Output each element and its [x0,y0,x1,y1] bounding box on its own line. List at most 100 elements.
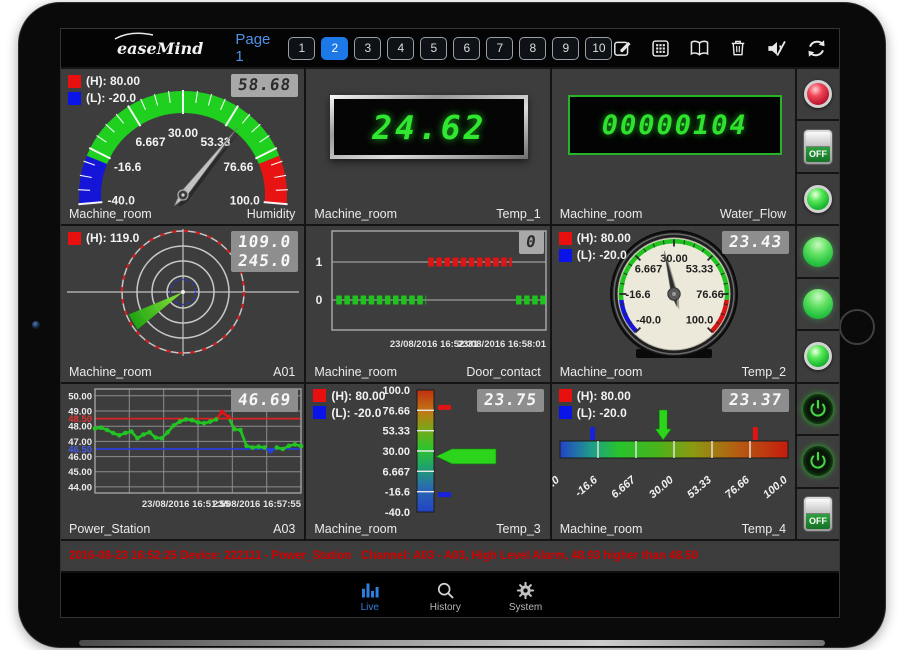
alarm-bar: 2016-08-23 16:52:25 Device: 222111 - Pow… [61,541,839,573]
svg-text:-16.6: -16.6 [114,160,142,174]
panel-temp2[interactable]: (H): 80.00 (L): -20.0 23.43 -40.0-16.66.… [552,226,797,383]
toolbar-actions [612,37,828,60]
page-button-8[interactable]: 8 [519,37,546,60]
page-button-1[interactable]: 1 [288,37,315,60]
lcd-digits: 24.62 [372,108,486,147]
low-limit-label: (L): -20.0 [331,406,381,420]
svg-text:30.00: 30.00 [647,473,676,500]
device-label: Machine_room [314,365,397,379]
page-button-4[interactable]: 4 [387,37,414,60]
home-button[interactable] [839,309,875,345]
low-limit-chip [313,406,326,419]
device-label: Power_Station [69,522,150,536]
book-icon[interactable] [688,37,711,60]
svg-text:50.00: 50.00 [68,391,92,402]
nav-live[interactable]: Live [358,580,382,613]
tablet-edge [79,640,825,646]
legend: (H): 80.00 (L): -20.0 [313,389,385,423]
svg-text:30.00: 30.00 [660,253,688,265]
panel-temp4[interactable]: (H): 80.00 (L): -20.0 23.37 -40.0-16.66.… [552,384,797,541]
svg-text:76.66: 76.66 [723,473,752,500]
low-limit-chip [68,92,81,105]
page-button-2[interactable]: 2 [321,37,348,60]
green-led [803,289,833,319]
front-camera-icon [32,321,40,329]
refresh-icon[interactable] [805,37,828,60]
dashboard-grid: (H): 80.00 (L): -20.0 58.68 -40.0-16.66.… [61,69,839,541]
nav-system[interactable]: System [509,580,542,613]
high-limit-chip [559,232,572,245]
svg-text:53.33: 53.33 [685,264,713,276]
svg-text:6.667: 6.667 [135,135,165,149]
high-limit-label: (H): 80.00 [331,389,385,403]
power-button[interactable] [803,394,833,424]
system-icon [515,580,536,601]
edit-icon[interactable] [612,38,633,59]
indicator-cell-5 [797,279,839,331]
low-limit-chip [559,406,572,419]
panel-temp1[interactable]: 24.62 Machine_room Temp_1 [306,69,551,226]
channel-label: Water_Flow [720,207,786,221]
panel-waterflow[interactable]: 00000104 Machine_room Water_Flow [552,69,797,226]
indicator-cell-6 [797,331,839,383]
high-limit-chip [313,389,326,402]
low-limit-label: (L): -20.0 [577,406,627,420]
high-limit-label: (H): 80.00 [577,231,631,245]
svg-text:76.66: 76.66 [696,289,724,301]
low-limit-label: (L): -20.0 [577,248,627,262]
nav-history[interactable]: History [430,580,461,613]
svg-text:-16.6: -16.6 [625,289,650,301]
page-button-6[interactable]: 6 [453,37,480,60]
channel-label: Temp_4 [742,522,786,536]
indicator-cell-9: OFF [797,489,839,541]
panel-doorcontact[interactable]: 0 1023/08/2016 16:52:3123/08/2016 16:58:… [306,226,551,383]
channel-label: A01 [273,365,295,379]
svg-text:46.00: 46.00 [68,452,92,463]
svg-text:-16.6: -16.6 [573,473,601,499]
panel-a03[interactable]: 46.69 50.0049.0048.5048.0047.0046.5046.0… [61,384,306,541]
value-display: 109.0 245.0 [231,231,298,272]
svg-text:76.66: 76.66 [223,160,253,174]
panel-a01[interactable]: (H): 119.0 109.0 245.0 Machine_room A01 [61,226,306,383]
off-switch[interactable]: OFF [803,129,833,165]
page-button-5[interactable]: 5 [420,37,447,60]
page-button-10[interactable]: 10 [585,37,612,60]
page-button-7[interactable]: 7 [486,37,513,60]
svg-text:6.667: 6.667 [383,466,411,478]
bottom-nav: Live History System [61,573,839,618]
device-label: Machine_room [314,207,397,221]
panel-grid: (H): 80.00 (L): -20.0 58.68 -40.0-16.66.… [61,69,797,541]
grid-icon[interactable] [650,38,671,59]
value-display: 23.43 [722,231,789,254]
device-label: Machine_room [560,522,643,536]
channel-label: Temp_2 [742,365,786,379]
app-screen: easeMind Page 1 123456789 10 (H): 80.00 (… [60,28,840,618]
panel-temp3[interactable]: (H): 80.00 (L): -20.0 23.75 100.076.6653… [306,384,551,541]
off-switch[interactable]: OFF [803,496,833,532]
page-button-9[interactable]: 9 [552,37,579,60]
trash-icon[interactable] [728,38,748,58]
mute-icon[interactable] [765,37,788,60]
page-label: Page 1 [235,31,270,65]
green-status-lamp [804,342,832,370]
indicator-cell-2: OFF [797,121,839,173]
power-button[interactable] [803,446,833,476]
svg-text:-40.0: -40.0 [108,193,136,206]
app-logo: easeMind [117,39,203,58]
indicator-cell-7 [797,384,839,436]
legend: (H): 80.00 (L): -20.0 [559,389,631,423]
page-button-3[interactable]: 3 [354,37,381,60]
svg-text:30.00: 30.00 [383,446,411,458]
svg-text:53.33: 53.33 [383,425,411,437]
device-label: Machine_room [69,365,152,379]
value-display: 23.37 [722,389,789,412]
logo-swoosh-icon [113,31,155,41]
legend: (H): 119.0 [68,231,139,248]
high-limit-label: (H): 80.00 [577,389,631,403]
high-limit-chip [68,75,81,88]
legend: (H): 80.00 (L): -20.0 [68,74,140,108]
svg-text:100.0: 100.0 [230,193,260,206]
high-limit-chip [559,389,572,402]
panel-humidity[interactable]: (H): 80.00 (L): -20.0 58.68 -40.0-16.66.… [61,69,306,226]
live-icon [358,580,382,601]
